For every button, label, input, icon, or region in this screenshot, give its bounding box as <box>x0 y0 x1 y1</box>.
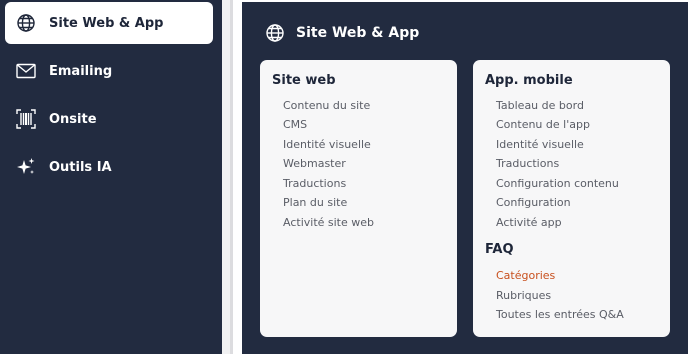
link-plan-du-site[interactable]: Plan du site <box>283 196 347 209</box>
link-rubriques[interactable]: Rubriques <box>496 289 551 302</box>
sidebar-item-onsite[interactable]: Onsite <box>5 98 213 140</box>
divider <box>222 0 230 354</box>
link-toutes-les-entrees-qa[interactable]: Toutes les entrées Q&A <box>496 308 624 321</box>
globe-icon <box>15 12 37 34</box>
sparkles-icon <box>15 156 37 178</box>
link-activite-app[interactable]: Activité app <box>496 216 562 229</box>
section-title-site-web: Site web <box>272 73 336 88</box>
site-web-card: Site web Contenu du site CMS Identité vi… <box>260 60 457 337</box>
envelope-icon <box>15 60 37 82</box>
link-traductions[interactable]: Traductions <box>496 157 559 170</box>
sidebar-item-label: Onsite <box>49 111 97 127</box>
sidebar-item-label: Outils IA <box>49 159 112 175</box>
link-identite-visuelle[interactable]: Identité visuelle <box>283 138 371 151</box>
sidebar-item-emailing[interactable]: Emailing <box>5 50 213 92</box>
link-contenu-du-site[interactable]: Contenu du site <box>283 99 370 112</box>
link-identite-visuelle[interactable]: Identité visuelle <box>496 138 584 151</box>
section-title-faq: FAQ <box>485 242 514 257</box>
sidebar-item-outils-ia[interactable]: Outils IA <box>5 146 213 188</box>
panel-header: Site Web & App <box>264 22 419 44</box>
sidebar-item-label: Emailing <box>49 63 113 79</box>
link-activite-site-web[interactable]: Activité site web <box>283 216 374 229</box>
submenu-panel: Site Web & App Site web Contenu du site … <box>242 2 688 354</box>
link-contenu-de-l-app[interactable]: Contenu de l'app <box>496 118 590 131</box>
globe-icon <box>264 22 286 44</box>
link-cms[interactable]: CMS <box>283 118 307 131</box>
barcode-frame-icon <box>15 108 37 130</box>
panel-title: Site Web & App <box>296 25 420 41</box>
sidebar-item-label: Site Web & App <box>49 15 164 31</box>
link-traductions[interactable]: Traductions <box>283 177 346 190</box>
app-root: Site Web & App Emailing Onsite Outils IA… <box>0 0 688 354</box>
link-categories[interactable]: Catégories <box>496 269 555 282</box>
link-tableau-de-bord[interactable]: Tableau de bord <box>496 99 584 112</box>
sidebar-item-site-web-app[interactable]: Site Web & App <box>5 2 213 44</box>
scrollbar[interactable] <box>230 0 233 354</box>
app-mobile-card: App. mobile Tableau de bord Contenu de l… <box>473 60 670 337</box>
section-title-app-mobile: App. mobile <box>485 73 573 88</box>
link-webmaster[interactable]: Webmaster <box>283 157 346 170</box>
link-configuration[interactable]: Configuration <box>496 196 571 209</box>
link-configuration-contenu[interactable]: Configuration contenu <box>496 177 619 190</box>
sidebar: Site Web & App Emailing Onsite Outils IA <box>0 0 222 354</box>
